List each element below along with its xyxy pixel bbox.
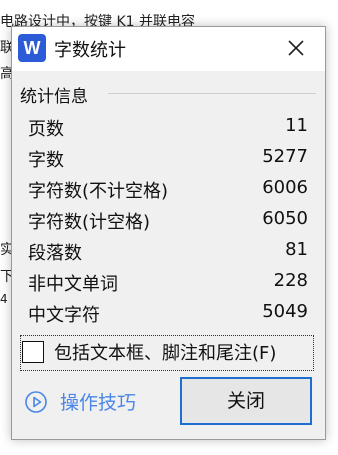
stat-value: 6050 — [262, 208, 308, 229]
close-button[interactable]: 关闭 — [180, 377, 312, 425]
stat-label: 段落数 — [28, 243, 82, 264]
stat-label: 中文字符 — [28, 305, 100, 326]
close-icon[interactable] — [283, 35, 309, 61]
tips-label[interactable]: 操作技巧 — [60, 388, 136, 415]
stat-row: 字符数(计空格) 6050 — [28, 206, 308, 237]
stat-label: 非中文单词 — [28, 274, 118, 295]
wps-writer-icon: W — [18, 34, 46, 62]
dialog-titlebar: W 字数统计 — [12, 27, 325, 71]
stat-row: 字符数(不计空格) 6006 — [28, 175, 308, 206]
stat-row: 段落数 81 — [28, 237, 308, 268]
stat-value: 11 — [285, 115, 308, 136]
stat-label: 字符数(不计空格) — [28, 181, 169, 202]
stat-row: 字数 5277 — [28, 144, 308, 175]
stat-row: 页数 11 — [28, 113, 308, 144]
include-textbox-option[interactable]: 包括文本框、脚注和尾注(F) — [20, 335, 314, 371]
include-textbox-label[interactable]: 包括文本框、脚注和尾注(F) — [54, 339, 276, 365]
stat-label: 字数 — [28, 150, 64, 171]
include-textbox-checkbox[interactable] — [22, 341, 44, 363]
play-circle-icon — [25, 391, 47, 413]
stat-row: 中文字符 5049 — [28, 299, 308, 330]
stats-list: 页数 11 字数 5277 字符数(不计空格) 6006 字符数(计空格) 60… — [28, 113, 308, 330]
stat-label: 字符数(计空格) — [28, 212, 151, 233]
stat-value: 81 — [285, 239, 308, 260]
doc-line: 4 — [0, 292, 8, 306]
word-count-dialog: W 字数统计 统计信息 页数 11 字数 5277 字符数(不计空格) 6006… — [11, 26, 326, 440]
dialog-title: 字数统计 — [54, 40, 126, 61]
stat-label: 页数 — [28, 119, 64, 140]
stat-value: 228 — [273, 270, 308, 291]
stat-value: 5277 — [262, 146, 308, 167]
stat-row: 非中文单词 228 — [28, 268, 308, 299]
stat-value: 6006 — [262, 177, 308, 198]
group-divider — [108, 93, 316, 94]
group-title: 统计信息 — [20, 87, 88, 107]
stat-value: 5049 — [262, 301, 308, 322]
